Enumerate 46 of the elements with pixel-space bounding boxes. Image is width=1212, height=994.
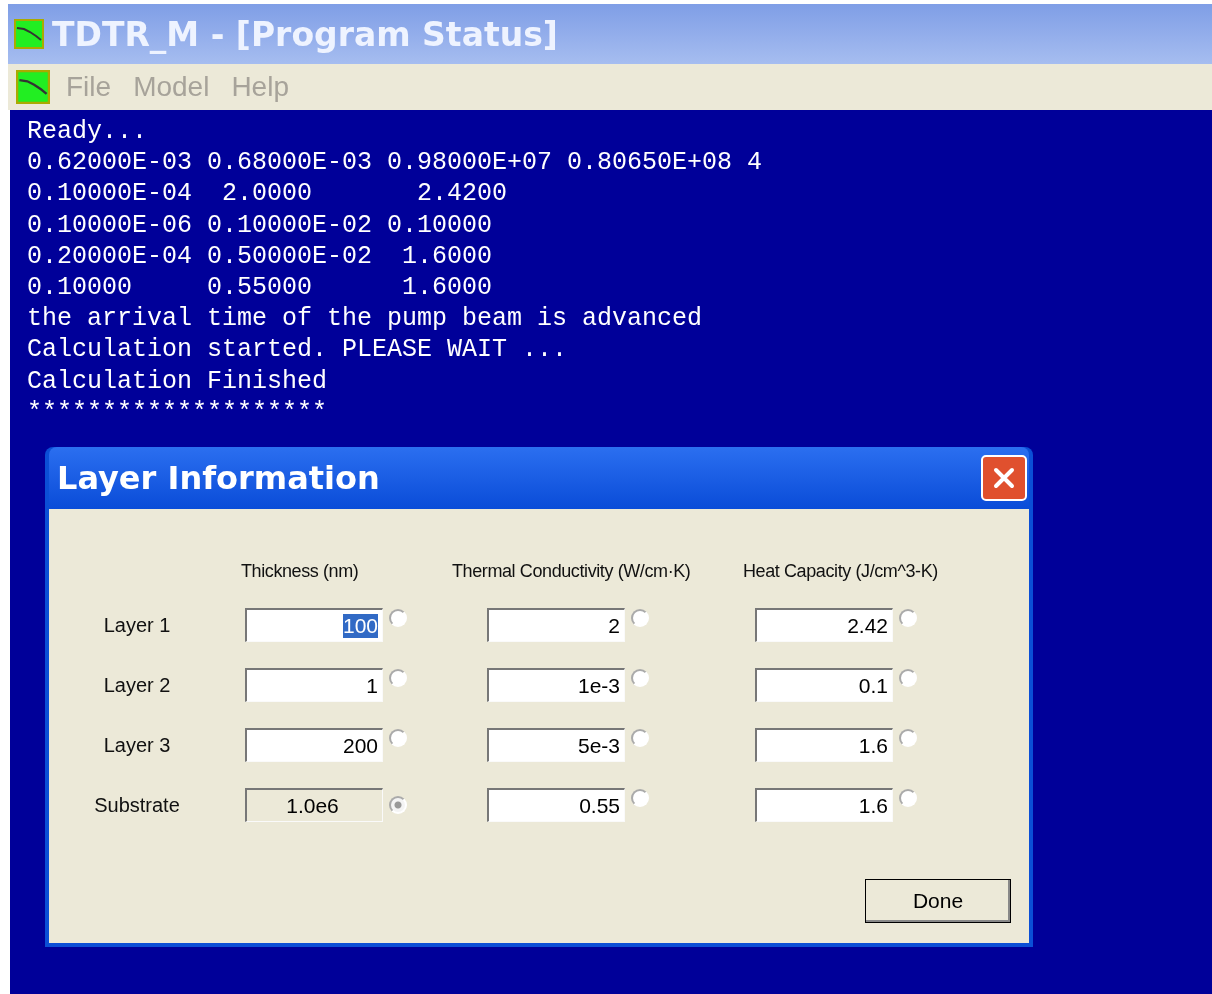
console-line: the arrival time of the pump beam is advanced (27, 303, 704, 335)
done-button[interactable]: Done (865, 879, 1011, 923)
radio-button[interactable] (899, 729, 917, 747)
input-field[interactable]: 2 (487, 608, 625, 642)
radio-button[interactable] (389, 609, 407, 627)
column-header: Heat Capacity (J/cm^3-K) (743, 561, 938, 582)
column-header: Thermal Conductivity (W/cm·K) (452, 561, 691, 582)
radio-button[interactable] (631, 729, 649, 747)
input-field[interactable]: 100 (245, 608, 383, 642)
radio-button[interactable] (899, 669, 917, 687)
radio-button[interactable] (389, 729, 407, 747)
console-line: Calculation started. PLEASE WAIT ... (27, 334, 569, 366)
dialog-title: Layer Information (57, 459, 380, 497)
row-label: Substrate (93, 793, 181, 817)
console-line: Ready... (27, 116, 149, 148)
radio-button[interactable] (631, 669, 649, 687)
radio-button[interactable] (631, 609, 649, 627)
input-field[interactable]: 2.42 (755, 608, 893, 642)
input-field[interactable]: 1e-3 (487, 668, 625, 702)
console-line: 0.20000E-04 0.50000E-02 1.6000 (27, 240, 494, 272)
console-line: 0.62000E-03 0.68000E-03 0.98000E+07 0.80650E+08 4 (27, 147, 764, 179)
input-field[interactable]: 1.6 (755, 788, 893, 822)
row-label: Layer 2 (102, 673, 172, 697)
console-line: 0.10000E-06 0.10000E-02 0.10000 (27, 209, 494, 241)
input-field[interactable]: 0.55 (487, 788, 625, 822)
radio-button[interactable] (389, 669, 407, 687)
column-header: Thickness (nm) (241, 561, 359, 582)
console-line: 0.10000 0.55000 1.6000 (27, 272, 494, 304)
close-icon (993, 467, 1015, 489)
app-icon[interactable] (16, 70, 50, 104)
radio-button[interactable] (899, 789, 917, 807)
console-line: Calculation Finished (27, 365, 329, 397)
console-line: ******************** (27, 396, 329, 429)
console-line: 0.10000E-04 2.0000 2.4200 (27, 178, 509, 210)
input-field[interactable]: 1 (245, 668, 383, 702)
input-field[interactable]: 200 (245, 728, 383, 762)
input-field[interactable]: 0.1 (755, 668, 893, 702)
radio-button[interactable] (631, 789, 649, 807)
radio-button[interactable] (899, 609, 917, 627)
close-button[interactable] (981, 455, 1027, 501)
input-field[interactable]: 5e-3 (487, 728, 625, 762)
window-title: TDTR_M - [Program Status] (52, 14, 558, 54)
row-label: Layer 1 (102, 613, 172, 637)
input-field[interactable]: 1.6 (755, 728, 893, 762)
app-icon (14, 19, 44, 49)
row-label: Layer 3 (102, 733, 172, 757)
